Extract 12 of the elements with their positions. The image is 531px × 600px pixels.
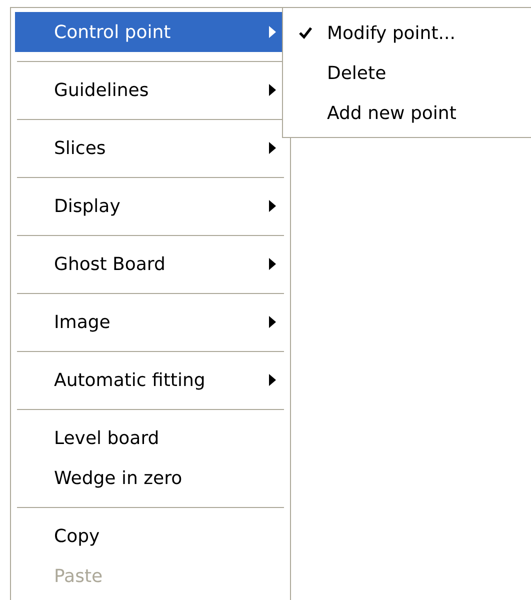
menu-item[interactable]: Guidelines [15, 70, 286, 110]
menu-item[interactable]: Slices [15, 128, 286, 168]
menu-item[interactable]: Ghost Board [15, 244, 286, 284]
menu-item[interactable]: Add new point [283, 93, 531, 133]
menu-item[interactable]: Display [15, 186, 286, 226]
menu-item[interactable]: Image [15, 302, 286, 342]
menu-item[interactable]: Delete [283, 53, 531, 93]
menu-item[interactable]: Level board [15, 418, 286, 458]
menu-item[interactable]: Automatic fitting [15, 360, 286, 400]
menu-item[interactable]: Modify point... [283, 13, 531, 53]
menu-item[interactable]: Copy [15, 516, 286, 556]
menu-item[interactable]: Wedge in zero [15, 458, 286, 498]
